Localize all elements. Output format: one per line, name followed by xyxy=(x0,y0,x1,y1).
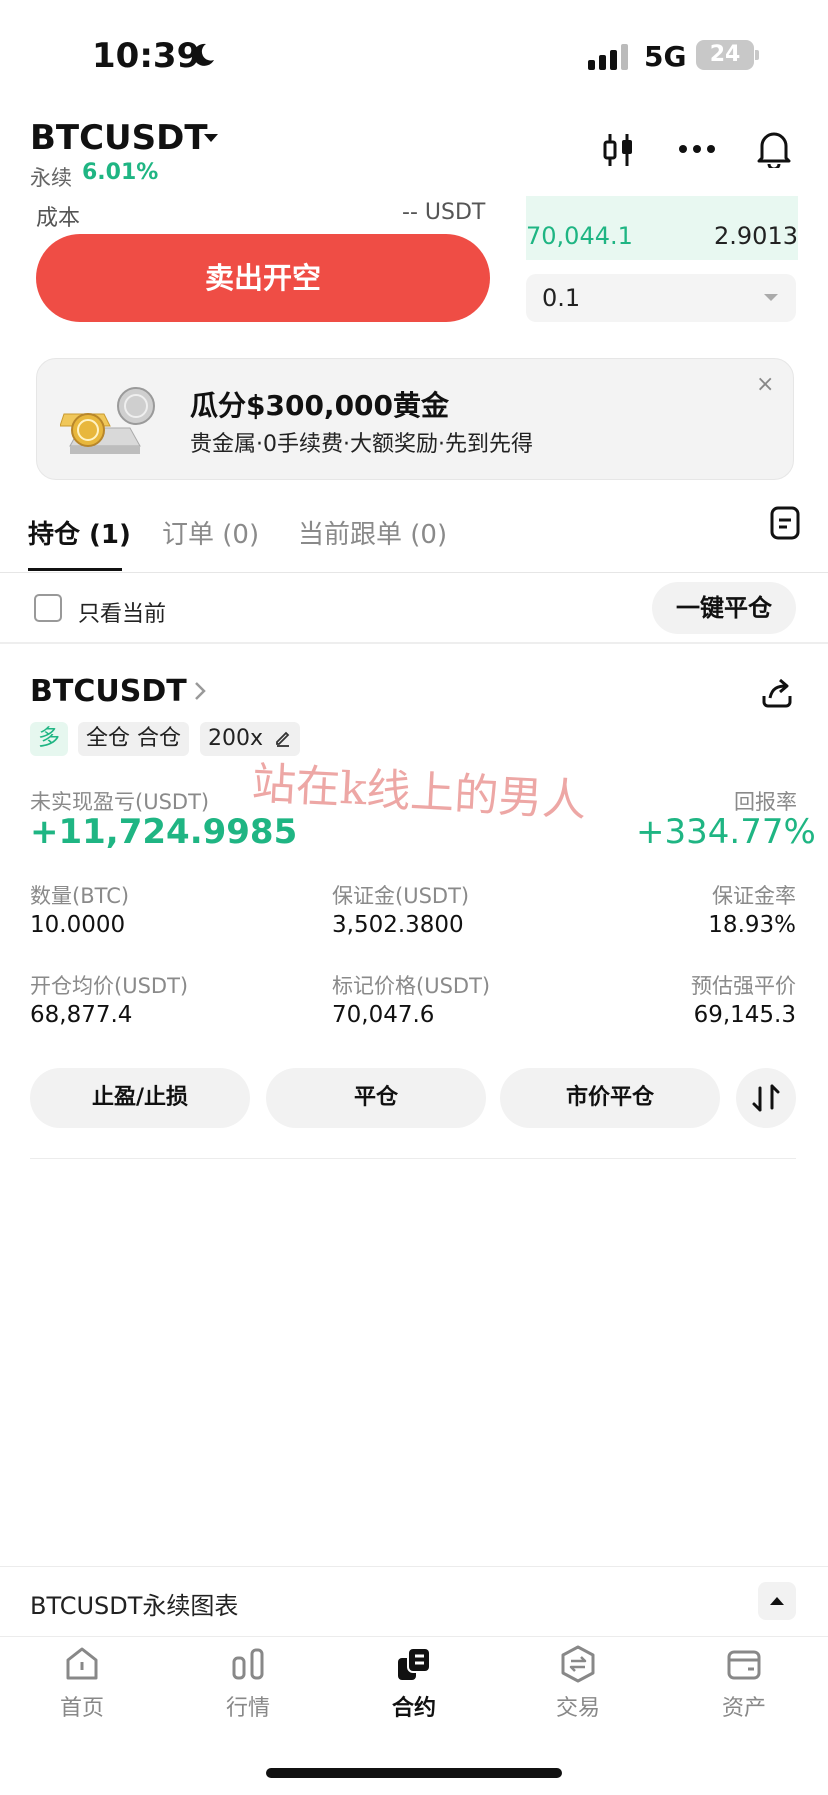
cost-label: 成本 xyxy=(36,206,81,231)
signal-icon xyxy=(588,44,628,70)
gold-bars-icon xyxy=(60,387,155,454)
nav-markets[interactable]: 行情 xyxy=(188,1638,308,1728)
sell-short-button[interactable]: 卖出开空 xyxy=(36,234,490,322)
nav-trade-label: 交易 xyxy=(555,1696,600,1721)
divider xyxy=(0,642,828,644)
tab-positions[interactable]: 持仓 (1) xyxy=(28,514,131,551)
margin-value: 3,502.3800 xyxy=(332,912,464,938)
nav-home[interactable]: 首页 xyxy=(22,1638,142,1728)
divider xyxy=(30,1158,796,1159)
swap-icon xyxy=(752,1084,780,1112)
nav-futures[interactable]: 合约 xyxy=(354,1638,474,1728)
trade-icon xyxy=(561,1645,595,1683)
more-icon[interactable] xyxy=(678,144,716,154)
only-current-label[interactable]: 只看当前 xyxy=(78,596,166,628)
cost-value: -- USDT xyxy=(402,200,486,225)
chevron-right-icon[interactable] xyxy=(194,680,206,702)
orderbook-price: 70,044.1 xyxy=(526,222,633,250)
nav-futures-label: 合约 xyxy=(391,1696,436,1721)
network-label: 5G xyxy=(644,40,687,73)
nav-home-label: 首页 xyxy=(59,1696,104,1721)
moon-icon xyxy=(193,43,214,66)
chart-bar-label[interactable]: BTCUSDT永续图表 xyxy=(30,1586,238,1621)
bell-icon[interactable] xyxy=(756,128,792,168)
nav-assets-label: 资产 xyxy=(721,1696,766,1721)
tab-orders[interactable]: 订单 (0) xyxy=(162,514,259,551)
roe-value: +334.77% xyxy=(636,812,816,852)
qty-precision-value: 0.1 xyxy=(542,284,581,312)
change-percent: 6.01% xyxy=(82,160,159,185)
nav-trade[interactable]: 交易 xyxy=(518,1638,638,1728)
margin-ratio-label: 保证金率 xyxy=(712,884,796,908)
entry-price-label: 开仓均价(USDT) xyxy=(30,974,189,998)
reverse-position-button[interactable] xyxy=(736,1068,796,1128)
side-tag: 多 xyxy=(30,722,69,756)
tab-copy-trades[interactable]: 当前跟单 (0) xyxy=(298,514,447,551)
divider xyxy=(0,1566,828,1567)
orderbook-partial-row xyxy=(526,196,798,204)
market-close-button[interactable]: 市价平仓 xyxy=(500,1068,720,1128)
promo-title: 瓜分$300,000黄金 xyxy=(190,389,450,422)
caret-down-icon xyxy=(764,294,778,301)
edit-icon xyxy=(276,731,290,747)
liq-price-label: 预估强平价 xyxy=(691,974,796,998)
liq-price-value: 69,145.3 xyxy=(693,1002,796,1028)
battery-icon: 24 xyxy=(696,40,754,70)
margin-label: 保证金(USDT) xyxy=(332,884,470,908)
quantity-label: 数量(BTC) xyxy=(30,884,130,908)
entry-price-value: 68,877.4 xyxy=(30,1002,133,1028)
perp-label: 永续 xyxy=(30,166,72,190)
market-icon xyxy=(232,1648,264,1680)
quantity-value: 10.0000 xyxy=(30,912,126,938)
tp-sl-button[interactable]: 止盈/止损 xyxy=(30,1068,250,1128)
caret-up-icon xyxy=(770,1597,784,1605)
close-all-button[interactable]: 一键平仓 xyxy=(652,582,796,634)
unrealized-pnl-value: +11,724.9985 xyxy=(30,812,298,852)
pair-title[interactable]: BTCUSDT xyxy=(30,118,208,158)
tab-indicator xyxy=(28,568,122,571)
close-position-button[interactable]: 平仓 xyxy=(266,1068,486,1128)
margin-ratio-value: 18.93% xyxy=(708,912,796,938)
home-indicator xyxy=(266,1768,562,1778)
battery-tip xyxy=(755,50,759,60)
only-current-checkbox[interactable] xyxy=(34,594,62,622)
document-icon[interactable] xyxy=(770,506,800,540)
futures-icon xyxy=(398,1647,431,1680)
mark-price-label: 标记价格(USDT) xyxy=(332,974,491,998)
position-pair[interactable]: BTCUSDT xyxy=(30,674,187,709)
promo-subtitle: 贵金属·0手续费·大额奖励·先到先得 xyxy=(190,432,533,457)
wallet-icon xyxy=(727,1650,761,1680)
divider xyxy=(0,1636,828,1637)
orderbook-qty: 2.9013 xyxy=(714,222,798,250)
margin-mode-tag: 全仓 合仓 xyxy=(78,722,189,756)
share-icon[interactable] xyxy=(760,676,794,710)
watermark-text: 站在k线上的男人 xyxy=(250,758,588,827)
candlestick-icon[interactable] xyxy=(602,132,636,168)
divider xyxy=(0,572,828,573)
chart-expand-button[interactable] xyxy=(758,1582,796,1620)
nav-assets[interactable]: 资产 xyxy=(684,1638,804,1728)
status-time: 10:39 xyxy=(92,36,201,76)
home-icon xyxy=(66,1647,98,1680)
close-icon[interactable]: × xyxy=(756,372,774,397)
caret-down-icon[interactable] xyxy=(204,134,218,142)
nav-markets-label: 行情 xyxy=(225,1696,270,1721)
mark-price-value: 70,047.6 xyxy=(332,1002,435,1028)
